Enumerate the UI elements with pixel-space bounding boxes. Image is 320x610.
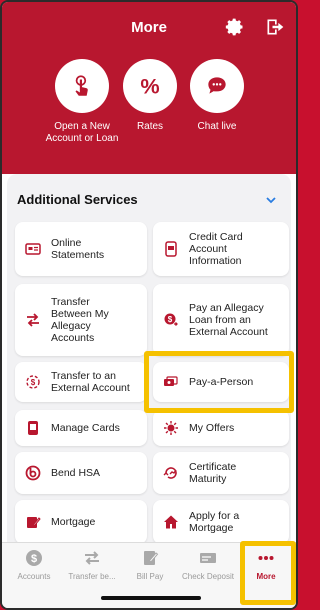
offers-icon bbox=[163, 420, 179, 436]
tab-check-deposit[interactable]: Check Deposit bbox=[179, 549, 237, 581]
dollar-icon: $ bbox=[26, 550, 42, 566]
house-icon bbox=[163, 514, 179, 530]
service-label: Apply for a Mortgage bbox=[189, 510, 240, 534]
quick-action-label: Chat live bbox=[197, 121, 237, 132]
service-pay-a-person[interactable]: Pay-a-Person bbox=[153, 362, 289, 402]
service-label: My Offers bbox=[189, 422, 235, 434]
service-label: Pay-a-Person bbox=[189, 376, 254, 388]
service-certificate-maturity[interactable]: Certificate Maturity bbox=[153, 452, 289, 494]
transfer-arrows-icon bbox=[25, 312, 41, 328]
service-transfer-between[interactable]: Transfer Between My Allegacy Accounts bbox=[15, 284, 147, 356]
additional-services-panel: Additional Services Online Statements Cr… bbox=[7, 174, 291, 544]
service-label: Manage Cards bbox=[51, 422, 120, 434]
section-title: Additional Services bbox=[17, 192, 138, 207]
tab-label: Check Deposit bbox=[181, 572, 235, 581]
svg-text:$: $ bbox=[31, 378, 36, 387]
service-pay-loan-external[interactable]: $ Pay an Allegacy Loan from an External … bbox=[153, 284, 289, 356]
service-label: Mortgage bbox=[51, 516, 96, 528]
service-label: Online Statements bbox=[51, 237, 105, 261]
service-label: Pay an Allegacy Loan from an External Ac… bbox=[189, 302, 268, 338]
service-bend-hsa[interactable]: Bend HSA bbox=[15, 452, 147, 494]
tab-accounts[interactable]: $ Accounts bbox=[5, 549, 63, 581]
service-label: Transfer Between My Allegacy Accounts bbox=[51, 296, 109, 344]
tab-label: More bbox=[256, 572, 276, 581]
credit-card-phone-icon bbox=[163, 241, 179, 257]
tab-transfer[interactable]: Transfer be... bbox=[63, 549, 121, 581]
bottom-tab-bar: $ Accounts Transfer be... Bill Pay Check… bbox=[2, 542, 296, 608]
hsa-icon bbox=[25, 465, 41, 481]
tab-label: Accounts bbox=[17, 572, 51, 581]
logout-icon[interactable] bbox=[264, 16, 286, 38]
service-label: Transfer to an External Account bbox=[51, 370, 130, 394]
page-title: More bbox=[131, 19, 167, 36]
external-transfer-icon: $ bbox=[25, 374, 41, 390]
certificate-icon bbox=[163, 465, 179, 481]
statement-icon bbox=[25, 241, 41, 257]
check-deposit-icon bbox=[200, 553, 216, 563]
service-label: Certificate Maturity bbox=[189, 461, 237, 485]
tab-bill-pay[interactable]: Bill Pay bbox=[121, 549, 179, 581]
service-label: Credit Card Account Information bbox=[189, 231, 243, 267]
header: More Open a New Account or Loan % Rates … bbox=[2, 2, 296, 174]
home-indicator bbox=[101, 596, 201, 600]
svg-text:%: % bbox=[140, 74, 159, 99]
tab-more[interactable]: More bbox=[237, 549, 295, 581]
service-credit-card-info[interactable]: Credit Card Account Information bbox=[153, 222, 289, 276]
tab-label: Bill Pay bbox=[136, 572, 164, 581]
bill-pay-icon bbox=[144, 551, 159, 565]
pay-person-icon bbox=[163, 374, 179, 390]
card-phone-icon bbox=[25, 420, 41, 436]
service-transfer-external[interactable]: $ Transfer to an External Account bbox=[15, 362, 147, 402]
service-apply-mortgage[interactable]: Apply for a Mortgage bbox=[153, 500, 289, 544]
transfer-icon bbox=[85, 551, 99, 565]
quick-action-chat[interactable]: Chat live bbox=[167, 59, 267, 133]
service-my-offers[interactable]: My Offers bbox=[153, 410, 289, 446]
service-label: Bend HSA bbox=[51, 467, 101, 479]
chevron-down-icon[interactable] bbox=[265, 194, 277, 206]
svg-text:$: $ bbox=[31, 553, 37, 565]
tab-label: Transfer be... bbox=[68, 572, 116, 581]
mortgage-icon bbox=[25, 514, 41, 530]
gear-icon[interactable] bbox=[224, 16, 246, 38]
chat-bubble-icon bbox=[190, 59, 244, 113]
service-online-statements[interactable]: Online Statements bbox=[15, 222, 147, 276]
service-mortgage[interactable]: Mortgage bbox=[15, 500, 147, 544]
svg-text:$: $ bbox=[168, 315, 173, 324]
app-screen: More Open a New Account or Loan % Rates … bbox=[0, 0, 298, 610]
service-manage-cards[interactable]: Manage Cards bbox=[15, 410, 147, 446]
more-dots-icon bbox=[258, 556, 274, 560]
loan-pay-icon: $ bbox=[163, 312, 179, 328]
